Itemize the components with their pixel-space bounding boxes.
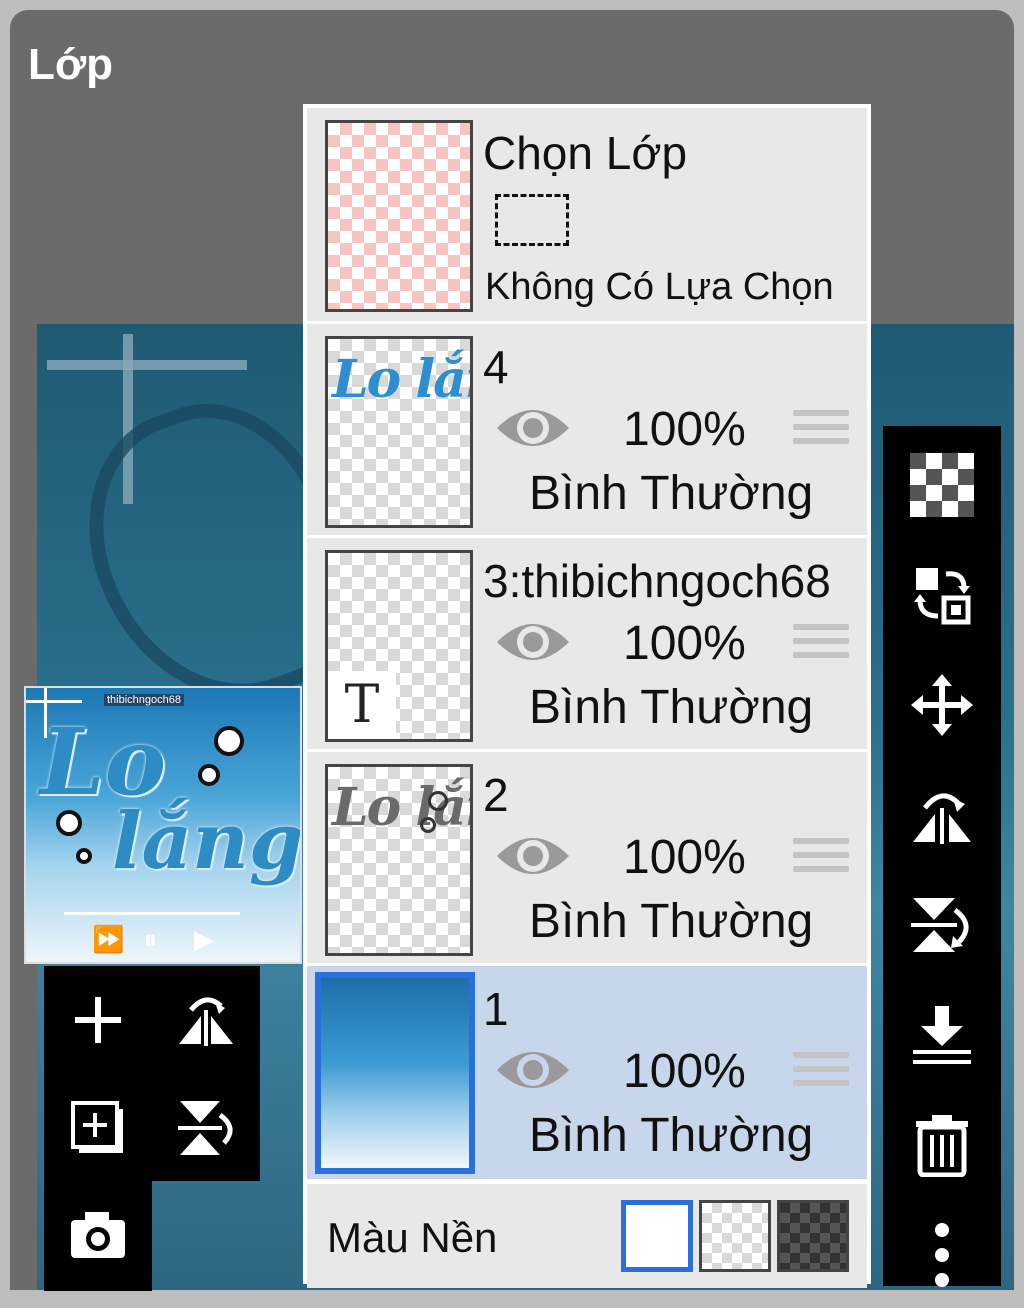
transparent-icon[interactable] <box>883 432 1001 538</box>
drag-handle-icon[interactable] <box>793 410 849 454</box>
add-copy-layer-icon[interactable] <box>44 1074 152 1182</box>
layer-thumb-text: Lo lắng <box>332 349 470 410</box>
selection-title: Chọn Lớp <box>483 127 688 179</box>
visibility-eye-icon[interactable] <box>495 614 571 670</box>
layer-row-1[interactable]: 1 100% Bình Thường <box>307 966 867 1182</box>
merge-down-icon[interactable] <box>883 982 1001 1088</box>
trash-icon[interactable] <box>883 1092 1001 1198</box>
add-layer-icon[interactable] <box>44 966 152 1074</box>
preview-word-2: lắng <box>112 796 302 887</box>
left-toolbar-extra <box>44 1181 152 1291</box>
layer-name: 1 <box>483 983 509 1035</box>
flip-horizontal-icon[interactable] <box>152 966 260 1074</box>
layer-opacity[interactable]: 100% <box>623 616 746 671</box>
selection-thumbnail <box>325 120 473 312</box>
layer-opacity[interactable]: 100% <box>623 830 746 885</box>
visibility-eye-icon[interactable] <box>495 828 571 884</box>
layer-thumbnail: Lo lắng <box>325 336 473 528</box>
layer-row-2[interactable]: Lo lắng 2 100% Bình Thường <box>307 752 867 966</box>
more-icon[interactable] <box>883 1202 1001 1308</box>
bg-transparent-swatch[interactable] <box>699 1200 771 1272</box>
window-title: Lớp <box>28 40 114 89</box>
blend-mode[interactable]: Bình Thường <box>529 1108 813 1163</box>
pause-icon: ⏸ <box>144 924 158 954</box>
preview-caption: thibichngoch68 <box>104 694 185 706</box>
layer-thumbnail <box>315 972 475 1174</box>
layer-opacity[interactable]: 100% <box>623 402 746 457</box>
bg-dark-checker-swatch[interactable] <box>777 1200 849 1272</box>
swap-icon[interactable] <box>883 542 1001 648</box>
blend-mode[interactable]: Bình Thường <box>529 894 813 949</box>
blend-mode[interactable]: Bình Thường <box>529 680 813 735</box>
drag-handle-icon[interactable] <box>793 1052 849 1096</box>
background-color-row: Màu Nền <box>307 1184 867 1288</box>
canvas-preview[interactable]: thibichngoch68 Lo lắng ⏩ ⏸ ▶ <box>24 686 302 964</box>
background-color-label: Màu Nền <box>327 1214 498 1261</box>
layer-thumbnail: T <box>325 550 473 742</box>
flip-v-rotate-icon[interactable] <box>883 872 1001 978</box>
selection-layer-row[interactable]: Chọn Lớp Không Có Lựa Chọn <box>307 108 867 324</box>
blend-mode[interactable]: Bình Thường <box>529 466 813 521</box>
text-layer-icon: T <box>328 671 396 739</box>
left-toolbar <box>44 966 260 1181</box>
selection-status: Không Có Lựa Chọn <box>485 266 834 308</box>
layer-name: 4 <box>483 341 509 393</box>
layer-name: 2 <box>483 769 509 821</box>
rewind-icon: ⏩ <box>92 924 125 954</box>
layer-opacity[interactable]: 100% <box>623 1044 746 1099</box>
visibility-eye-icon[interactable] <box>495 400 571 456</box>
camera-icon[interactable] <box>44 1181 152 1289</box>
layer-panel: Chọn Lớp Không Có Lựa Chọn Lo lắng 4 100… <box>303 104 871 1288</box>
drag-handle-icon[interactable] <box>793 624 849 668</box>
layer-row-4[interactable]: Lo lắng 4 100% Bình Thường <box>307 324 867 538</box>
layer-row-3[interactable]: T 3:thibichngoch68 100% Bình Thường <box>307 538 867 752</box>
visibility-eye-icon[interactable] <box>495 1042 571 1098</box>
layer-thumbnail: Lo lắng <box>325 764 473 956</box>
drag-handle-icon[interactable] <box>793 838 849 882</box>
layer-name: 3:thibichngoch68 <box>483 555 831 607</box>
move-icon[interactable] <box>883 652 1001 758</box>
bg-white-swatch[interactable] <box>621 1200 693 1272</box>
flip-vertical-icon[interactable] <box>152 1074 260 1182</box>
flip-h-rotate-icon[interactable] <box>883 762 1001 868</box>
right-toolbar <box>883 426 1001 1287</box>
selection-marquee-icon <box>495 194 569 246</box>
play-icon: ▶ <box>194 924 214 954</box>
layer-thumb-text: Lo lắng <box>332 777 470 838</box>
